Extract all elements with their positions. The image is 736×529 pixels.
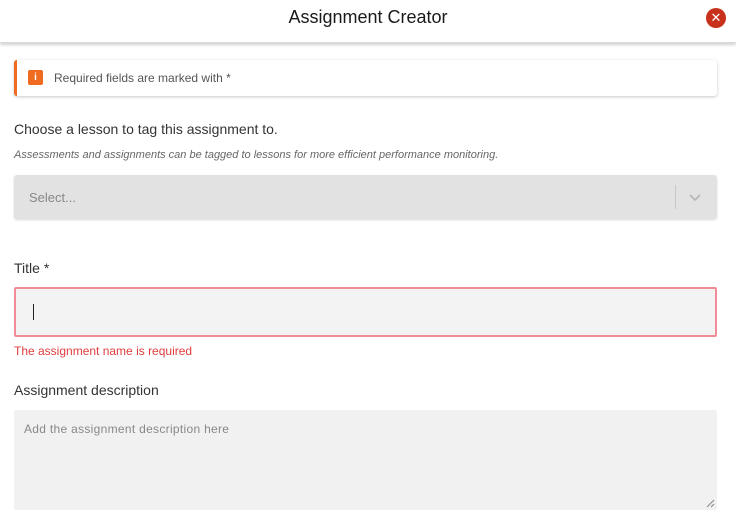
text-caret	[33, 304, 34, 320]
lesson-select[interactable]: Select...	[14, 175, 717, 219]
title-input[interactable]	[14, 287, 717, 337]
notice-text: Required fields are marked with *	[54, 71, 231, 85]
lesson-hint: Assessments and assignments can be tagge…	[14, 149, 499, 161]
select-separator	[675, 185, 676, 209]
modal-header: Assignment Creator ✕	[0, 0, 736, 43]
close-icon[interactable]: ✕	[706, 8, 726, 28]
chevron-down-icon[interactable]	[686, 188, 704, 206]
resize-handle-icon[interactable]	[706, 499, 715, 508]
title-error-message: The assignment name is required	[14, 344, 193, 358]
modal-title: Assignment Creator	[288, 7, 448, 27]
select-placeholder: Select...	[29, 190, 76, 205]
lesson-label: Choose a lesson to tag this assignment t…	[14, 121, 278, 137]
description-placeholder: Add the assignment description here	[24, 422, 230, 436]
title-label: Title *	[14, 260, 50, 276]
description-label: Assignment description	[14, 382, 159, 398]
description-textarea[interactable]: Add the assignment description here	[14, 410, 717, 510]
info-icon: i	[28, 70, 43, 85]
required-fields-notice: i Required fields are marked with *	[14, 60, 717, 96]
